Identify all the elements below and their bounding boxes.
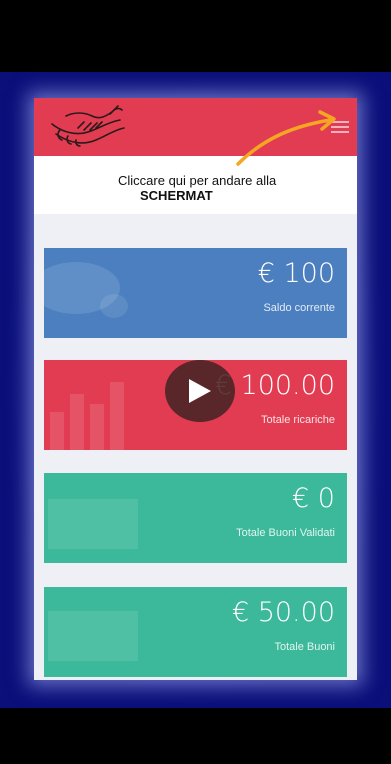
bar-chart-icon <box>50 382 124 450</box>
card-label: Totale ricariche <box>261 414 335 426</box>
card-amount: € 0 <box>292 483 335 514</box>
card-totale-buoni-validati[interactable]: € 0 Totale Buoni Validati <box>44 473 347 563</box>
tip-line-2: SCHERMAT <box>140 188 213 203</box>
card-amount: € 100 <box>257 258 335 289</box>
play-button[interactable] <box>165 360 235 422</box>
card-saldo-corrente[interactable]: € 100 Saldo corrente <box>44 248 347 338</box>
play-icon <box>189 379 211 403</box>
tip-line-1: Cliccare qui per andare alla <box>118 173 277 188</box>
card-label: Totale Buoni Validati <box>236 527 335 539</box>
card-amount: € 50.00 <box>231 597 335 628</box>
tutorial-tip: Cliccare qui per andare alla SCHERMAT <box>34 156 357 214</box>
hamburger-menu-icon[interactable] <box>331 118 349 134</box>
card-label: Totale Buoni <box>274 641 335 653</box>
app-header <box>34 98 357 156</box>
handshake-icon <box>51 105 125 147</box>
wallet-icon <box>44 262 128 318</box>
voucher-icon <box>48 499 138 549</box>
card-totale-buoni[interactable]: € 50.00 Totale Buoni <box>44 587 347 677</box>
card-label: Saldo corrente <box>263 302 335 314</box>
voucher-icon <box>48 611 138 661</box>
